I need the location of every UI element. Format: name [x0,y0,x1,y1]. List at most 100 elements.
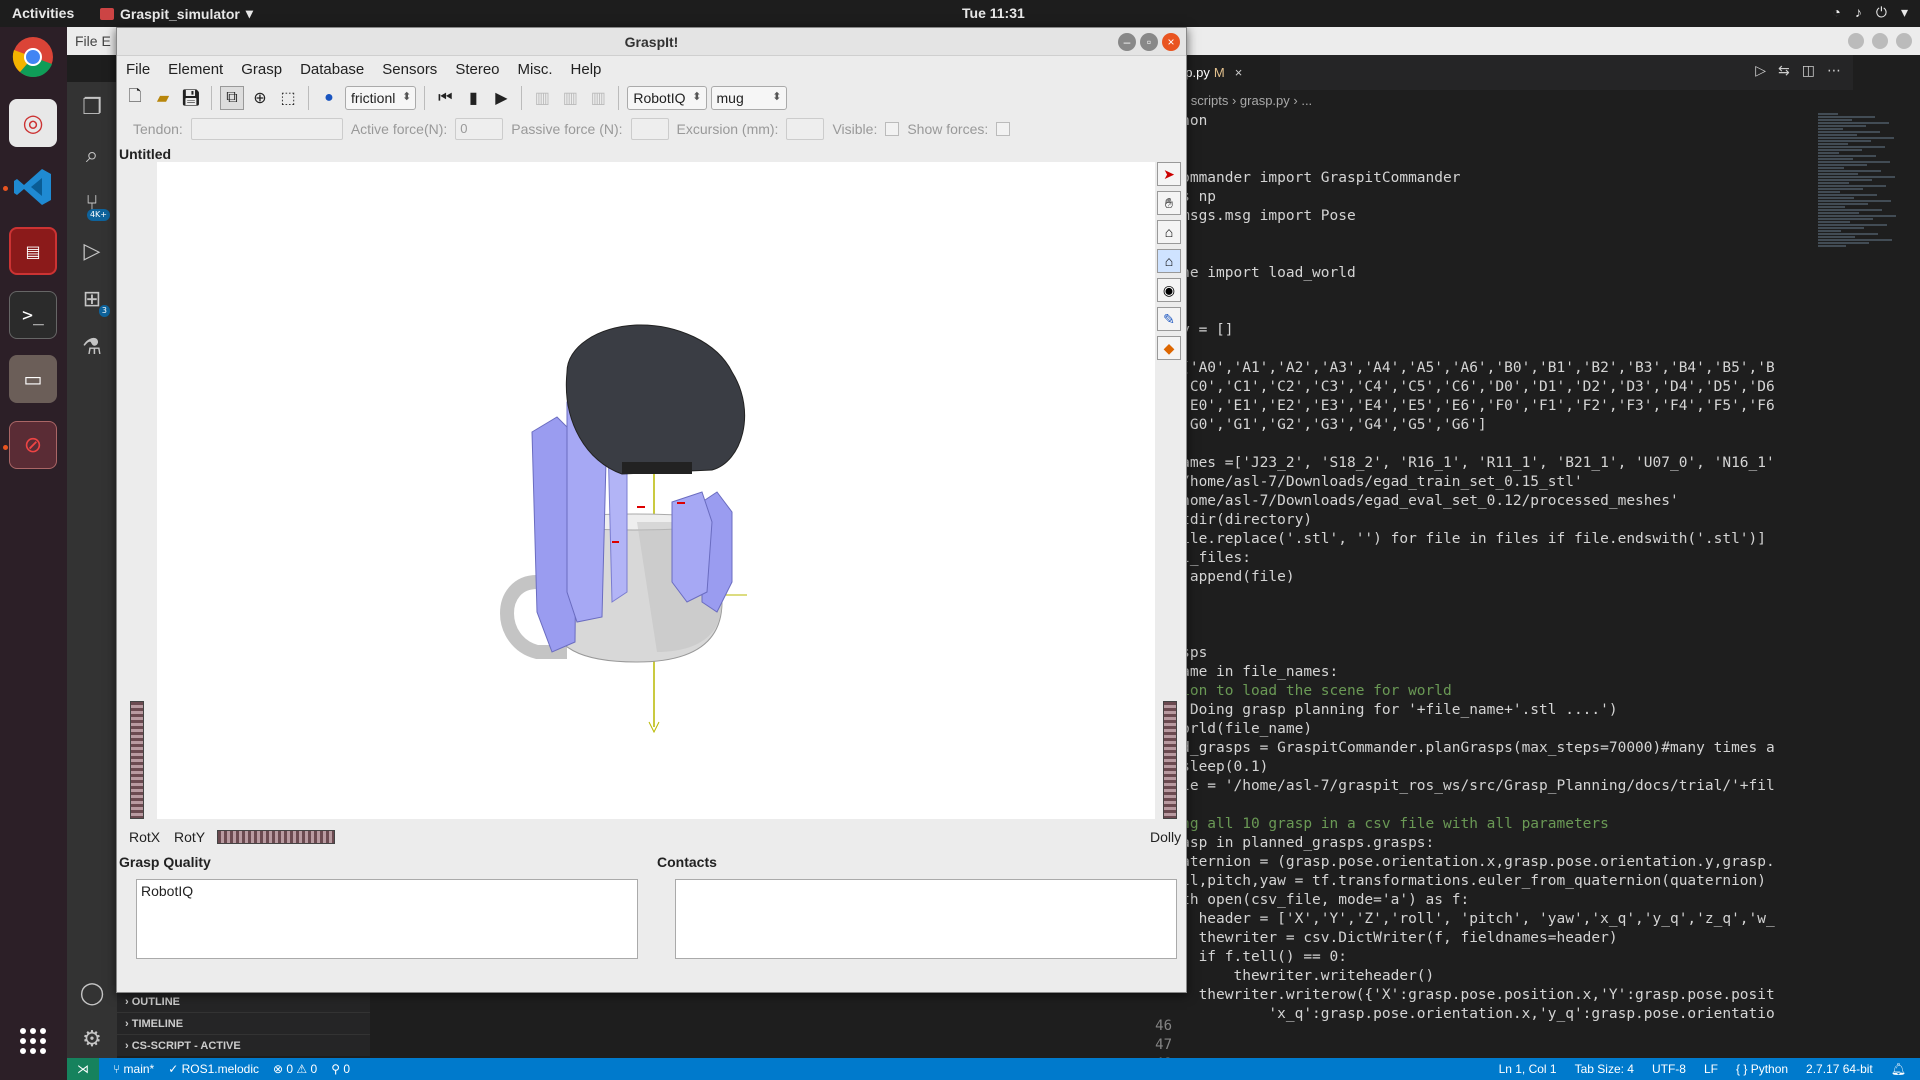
search-icon[interactable]: ⌕ [78,142,106,170]
minimap[interactable] [1818,112,1908,312]
explorer-icon[interactable]: ❐ [78,94,106,122]
remote-icon[interactable]: ⋊ [67,1058,99,1080]
menu-misc[interactable]: Misc. [509,57,562,81]
skip-back-icon[interactable]: ⏮ [433,86,457,110]
code-line[interactable]: time [1120,226,1824,245]
code-line[interactable]: if f.tell() == 0: [1120,948,1824,967]
dof-icon-3[interactable]: ▥ [586,86,610,110]
play-icon[interactable]: ▶ [489,86,513,110]
code-line[interactable]: rospy.sleep(0.1) [1120,758,1824,777]
code-line[interactable] [1120,606,1824,625]
code-line[interactable]: with open(csv_file, mode='a') as f: [1120,891,1824,910]
ports-status[interactable]: ⚲ 0 [331,1058,350,1080]
close-button[interactable]: × [1162,33,1180,51]
tendon-select[interactable] [190,118,343,140]
code-line[interactable]: load_world(file_name) [1120,720,1824,739]
show-apps-icon[interactable] [9,1017,57,1065]
menu-help[interactable]: Help [562,57,611,81]
active-force-spinbox[interactable]: 0 [455,118,504,140]
object-select[interactable]: mug [710,86,787,110]
dof-icon-1[interactable]: ▥ [530,86,554,110]
split-editor-icon[interactable]: ◫ [1802,63,1815,79]
code-line[interactable]: planned_grasps = GraspitCommander.planGr… [1120,739,1824,758]
problems-status[interactable]: ⊗ 0 ⚠ 0 [273,1058,317,1080]
run-debug-icon[interactable]: ▷ [78,238,106,266]
code-line[interactable]: numpy as np [1120,188,1824,207]
code-line[interactable]: sp(): [1120,625,1824,644]
show-forces-checkbox[interactable] [996,122,1011,136]
source-control-icon[interactable]: ⑂ 4K+ [78,190,110,221]
rotate-tool-icon[interactable]: ⊕ [248,86,272,110]
3d-viewer[interactable] [157,162,1155,819]
code-line[interactable]: for grasp in planned_grasps.grasps: [1120,834,1824,853]
code-line[interactable]: mes = [] [1120,340,1824,359]
vscode-menu[interactable]: File E [75,33,111,49]
roty-wheel[interactable] [217,830,335,844]
testing-icon[interactable]: ⚗ [78,334,106,362]
rviz-icon[interactable]: ◎ [9,99,57,147]
app-menu[interactable]: Graspit_simulator ▾ [100,5,253,22]
code-line[interactable]: file_names =['J23_2', 'S18_2', 'R16_1', … [1120,454,1824,473]
clock[interactable]: Tue 11:31 [962,5,1025,21]
compare-icon[interactable]: ⇆ [1778,63,1790,79]
code-line[interactable]: ames = ['A0','A1','A2','A3','A4','A5','A… [1120,359,1824,378]
code-line[interactable]: 'x_q':grasp.pose.orientation.x,'y_q':gra… [1120,1005,1824,1024]
maximize-button[interactable]: ▫ [1140,33,1158,51]
run-icon[interactable]: ▷ [1755,63,1766,79]
set-home-icon[interactable]: ⌂ [1157,249,1181,273]
graspit-titlebar[interactable]: GraspIt! – ▫ × [117,28,1186,56]
eol[interactable]: LF [1704,1058,1718,1080]
dolly-wheel[interactable] [1163,701,1177,819]
material-select[interactable]: frictionl [345,86,417,110]
code-line[interactable]: tf [1120,245,1824,264]
system-menu[interactable]: ◔ ♪ ⏻ ▾ [1832,4,1908,21]
code-line[interactable] [1120,435,1824,454]
pause-icon[interactable]: ▮ [461,86,485,110]
timeline-section[interactable]: › TIMELINE [117,1012,370,1034]
code-line[interactable]: #function to load the scene for world [1120,682,1824,701]
code-line[interactable]: 'E0','E1','E2','E3','E4','E5','E6','F0',… [1120,397,1824,416]
robot-select[interactable]: RobotIQ [627,86,707,110]
code-line[interactable]: quaternion = (grasp.pose.orientation.x,g… [1120,853,1824,872]
grasp-quality-list[interactable]: RobotIQ [136,879,638,959]
code-line[interactable]: quality = [] [1120,321,1824,340]
menu-stereo[interactable]: Stereo [446,57,508,81]
translate-tool-icon[interactable]: ⧉ [220,86,244,110]
code-line[interactable]: rospy [1120,150,1824,169]
code-line[interactable]: os.listdir(directory) [1120,511,1824,530]
python-interpreter[interactable]: 2.7.17 64-bit [1806,1058,1873,1080]
code-line[interactable] [1120,302,1824,321]
vscode-window-controls[interactable] [1848,33,1912,49]
gear-icon[interactable]: ⚙ [78,1026,106,1054]
code-line[interactable]: roll,pitch,yaw = tf.transformations.eule… [1120,872,1824,891]
contacts-list[interactable] [675,879,1177,959]
dof-icon-2[interactable]: ▥ [558,86,582,110]
code-line[interactable]: e in all_files: [1120,549,1824,568]
save-icon[interactable]: 💾︎ [179,86,203,110]
passive-force-field[interactable] [630,118,669,140]
language-mode[interactable]: { } Python [1736,1058,1788,1080]
code-line[interactable]: ry = '/home/asl-7/Downloads/egad_eval_se… [1120,492,1824,511]
code-line[interactable]: 'C0','C1','C2','C3','C4','C5','C6','D0',… [1120,378,1824,397]
terminal-icon[interactable]: >_ [9,291,57,339]
code-line[interactable]: file_name in file_names: [1120,663,1824,682]
excursion-field[interactable] [786,118,825,140]
code-line[interactable]: ory = '/home/asl-7/Downloads/egad_train_… [1120,473,1824,492]
chrome-icon[interactable] [9,33,57,81]
code-line[interactable]: rld_scene import load_world [1120,264,1824,283]
code-line[interactable]: lan grasps [1120,644,1824,663]
code-line[interactable]: header = ['X','Y','Z','roll', 'pitch', '… [1120,910,1824,929]
terminal-red-icon[interactable]: ▤ [9,227,57,275]
open-folder-icon[interactable]: ▰ [151,86,175,110]
code-line[interactable]: es = [file.replace('.stl', '') for file … [1120,530,1824,549]
more-icon[interactable]: ⋯ [1827,63,1841,79]
code-line[interactable]: #writing all 10 grasp in a csv file with… [1120,815,1824,834]
close-icon[interactable]: × [1235,65,1243,80]
view-all-icon[interactable]: ◉ [1157,278,1181,302]
code-line[interactable]: os [1120,283,1824,302]
vscode-icon[interactable] [9,163,57,211]
activities-button[interactable]: Activities [12,5,74,21]
cursor-position[interactable]: Ln 1, Col 1 [1499,1058,1557,1080]
menu-sensors[interactable]: Sensors [373,57,446,81]
file-manager-icon[interactable]: ▭ [9,355,57,403]
